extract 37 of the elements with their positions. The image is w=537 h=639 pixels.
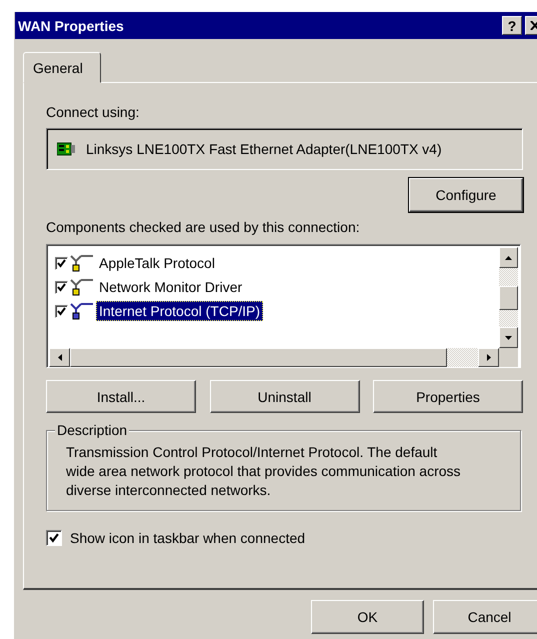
component-button[interactable]: Properties: [373, 380, 523, 413]
help-button[interactable]: ?: [502, 16, 522, 35]
protocol-icon: [70, 302, 94, 320]
scroll-left-button[interactable]: [49, 348, 70, 367]
protocol-icon: [70, 254, 94, 272]
checkbox-label: Show icon in taskbar when connected: [70, 530, 306, 546]
group-title: Description: [55, 422, 130, 438]
adapter-name: Linksys LNE100TX Fast Ethernet Adapter(LNE100TX v4): [86, 141, 442, 157]
configure-button[interactable]: Configure: [409, 178, 523, 212]
scrollbar-track[interactable]: [499, 310, 518, 327]
network-card-icon: [57, 142, 75, 156]
right-arrow-icon: [486, 354, 490, 361]
tab[interactable]: General: [23, 52, 101, 83]
scrollbar-track[interactable]: [499, 268, 518, 286]
dialog-button[interactable]: OK: [311, 600, 424, 634]
scroll-up-button[interactable]: [499, 247, 518, 268]
component-item[interactable]: AppleTalk Protocol: [96, 253, 218, 273]
checkbox[interactable]: [46, 530, 62, 546]
close-icon: [530, 21, 537, 30]
scroll-down-button[interactable]: [499, 327, 518, 348]
scroll-right-button[interactable]: [478, 348, 499, 367]
up-arrow-icon: [505, 256, 512, 260]
down-arrow-icon: [505, 336, 512, 340]
window-title: WAN Properties: [18, 18, 124, 34]
scrollbar-thumb[interactable]: [70, 348, 447, 367]
component-button[interactable]: Uninstall: [210, 380, 360, 413]
components-label: Components checked are used by this connection:: [46, 219, 361, 235]
component-item[interactable]: Network Monitor Driver: [96, 277, 246, 297]
scrollbar-corner: [499, 348, 518, 367]
connect-using-label: Connect using:: [46, 104, 140, 120]
component-item[interactable]: Internet Protocol (TCP/IP): [96, 301, 264, 321]
dialog-button[interactable]: Cancel: [433, 600, 537, 634]
left-arrow-icon: [58, 354, 62, 361]
protocol-icon: [70, 278, 94, 296]
scrollbar-thumb[interactable]: [499, 286, 518, 310]
description-text: Transmission Control Protocol/Internet Protocol. The default wide area network protocol that provides communication across diverse interconnected networks.: [66, 443, 462, 500]
component-button[interactable]: Install...: [46, 380, 196, 413]
